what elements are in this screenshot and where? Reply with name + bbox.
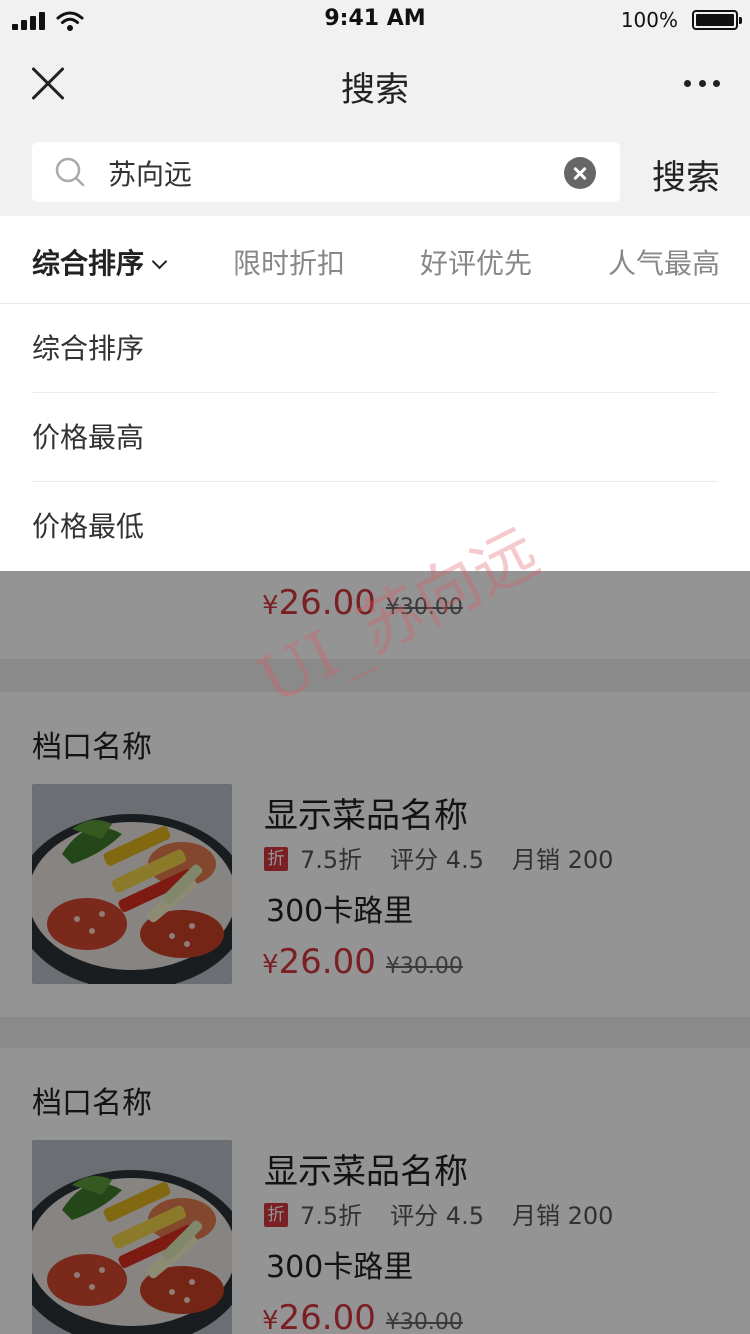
- search-input[interactable]: [108, 156, 548, 189]
- dropdown-mask[interactable]: [0, 571, 750, 1334]
- nav-bar: 搜索: [0, 40, 750, 128]
- chevron-down-icon: [151, 253, 168, 270]
- search-icon: [55, 157, 85, 187]
- search-row: 搜索: [0, 128, 750, 216]
- status-bar: 9:41 AM 100%: [0, 0, 750, 40]
- tab-label: 综合排序: [32, 247, 145, 280]
- sort-option-price-low[interactable]: 价格最低: [32, 482, 718, 571]
- battery-icon: [692, 10, 742, 30]
- clear-icon[interactable]: [564, 157, 596, 189]
- close-icon[interactable]: [28, 64, 68, 104]
- tab-composite-sort[interactable]: 综合排序: [32, 242, 168, 282]
- page-title: 搜索: [341, 70, 409, 110]
- tab-limited-discount[interactable]: 限时折扣: [233, 242, 345, 282]
- sort-dropdown: 综合排序 价格最高 价格最低: [0, 304, 750, 571]
- more-icon[interactable]: [684, 80, 720, 88]
- tab-top-rated[interactable]: 好评优先: [420, 242, 532, 282]
- search-box[interactable]: [32, 142, 620, 202]
- sort-bar: 综合排序 限时折扣 好评优先 人气最高: [0, 216, 750, 304]
- sort-option-composite[interactable]: 综合排序: [32, 304, 718, 393]
- sort-option-price-high[interactable]: 价格最高: [32, 393, 718, 482]
- battery-percent: 100%: [620, 8, 678, 32]
- tab-most-popular[interactable]: 人气最高: [608, 242, 720, 282]
- search-button[interactable]: 搜索: [652, 150, 720, 199]
